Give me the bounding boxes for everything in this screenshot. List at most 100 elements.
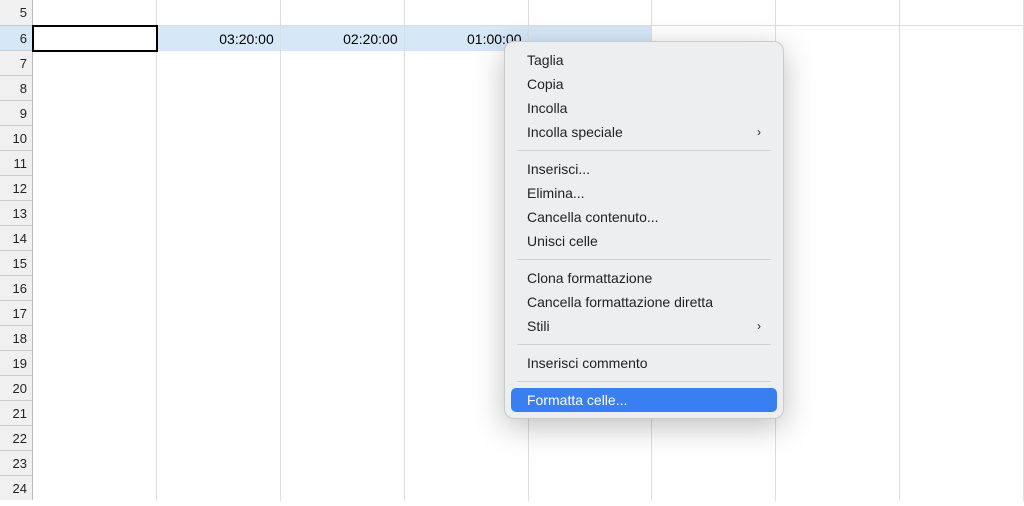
cell[interactable]	[157, 176, 281, 201]
cell[interactable]	[281, 326, 405, 351]
cell[interactable]	[652, 426, 776, 451]
cell[interactable]	[281, 426, 405, 451]
row-header[interactable]: 17	[0, 300, 33, 325]
cell[interactable]	[157, 376, 281, 401]
menu-item-delete[interactable]: Elimina...	[511, 181, 777, 205]
cell[interactable]	[900, 76, 1024, 101]
cell[interactable]	[776, 76, 900, 101]
menu-item-insert[interactable]: Inserisci...	[511, 157, 777, 181]
menu-item-insert-comment[interactable]: Inserisci commento	[511, 351, 777, 375]
cell[interactable]	[529, 426, 653, 451]
cell[interactable]	[776, 426, 900, 451]
menu-item-paste-special[interactable]: Incolla speciale ›	[511, 120, 777, 144]
cell[interactable]	[157, 326, 281, 351]
cell[interactable]	[157, 201, 281, 226]
cell[interactable]	[776, 176, 900, 201]
menu-item-format-cells[interactable]: Formatta celle...	[511, 388, 777, 412]
cell[interactable]	[776, 451, 900, 476]
cell[interactable]	[281, 351, 405, 376]
cell[interactable]: 03:20:00	[157, 26, 281, 51]
cell[interactable]	[281, 301, 405, 326]
row-header[interactable]: 20	[0, 375, 33, 400]
cell[interactable]	[405, 0, 529, 25]
cell[interactable]	[281, 476, 405, 501]
cell[interactable]	[529, 476, 653, 501]
cell[interactable]	[157, 301, 281, 326]
menu-item-cut[interactable]: Taglia	[511, 48, 777, 72]
cell[interactable]	[281, 151, 405, 176]
cell[interactable]	[900, 251, 1024, 276]
row-header[interactable]: 19	[0, 350, 33, 375]
row-header[interactable]: 9	[0, 100, 33, 125]
menu-item-clone-format[interactable]: Clona formattazione	[511, 266, 777, 290]
row-header[interactable]: 13	[0, 200, 33, 225]
row-header[interactable]: 16	[0, 275, 33, 300]
cell[interactable]	[33, 326, 157, 351]
cell[interactable]: 02:20:00	[281, 26, 405, 51]
menu-item-clear-content[interactable]: Cancella contenuto...	[511, 205, 777, 229]
cell[interactable]	[900, 51, 1024, 76]
row-header[interactable]: 10	[0, 125, 33, 150]
cell[interactable]	[281, 101, 405, 126]
cell[interactable]	[776, 226, 900, 251]
cell[interactable]	[281, 451, 405, 476]
cell[interactable]	[776, 301, 900, 326]
cell[interactable]	[157, 401, 281, 426]
cell[interactable]	[157, 476, 281, 501]
cell[interactable]	[281, 176, 405, 201]
cell[interactable]	[33, 426, 157, 451]
cell[interactable]	[157, 226, 281, 251]
cell[interactable]	[900, 151, 1024, 176]
cell[interactable]	[33, 251, 157, 276]
row-header[interactable]: 22	[0, 425, 33, 450]
cell[interactable]	[33, 151, 157, 176]
cell[interactable]	[33, 401, 157, 426]
cell[interactable]	[33, 376, 157, 401]
row-header[interactable]: 6	[0, 25, 33, 50]
cell[interactable]	[900, 101, 1024, 126]
cell[interactable]	[900, 226, 1024, 251]
cell[interactable]	[33, 201, 157, 226]
cell[interactable]	[652, 0, 776, 25]
cell[interactable]	[33, 51, 157, 76]
cell[interactable]	[776, 126, 900, 151]
cell[interactable]	[33, 76, 157, 101]
cell[interactable]	[776, 51, 900, 76]
cell[interactable]	[776, 401, 900, 426]
cell[interactable]	[281, 226, 405, 251]
cell[interactable]	[157, 426, 281, 451]
cell[interactable]	[900, 176, 1024, 201]
cell[interactable]	[776, 376, 900, 401]
row-header[interactable]: 24	[0, 475, 33, 500]
cell[interactable]	[900, 301, 1024, 326]
cell[interactable]	[900, 126, 1024, 151]
row-header[interactable]: 21	[0, 400, 33, 425]
menu-item-styles[interactable]: Stili ›	[511, 314, 777, 338]
cell[interactable]	[776, 276, 900, 301]
row-header[interactable]: 5	[0, 0, 33, 25]
cell[interactable]	[900, 26, 1024, 51]
cell[interactable]	[33, 276, 157, 301]
row-header[interactable]: 11	[0, 150, 33, 175]
cell[interactable]	[281, 76, 405, 101]
cell[interactable]	[900, 201, 1024, 226]
cell[interactable]	[405, 426, 529, 451]
row-header[interactable]: 12	[0, 175, 33, 200]
active-cell[interactable]	[33, 26, 157, 51]
row-header[interactable]: 23	[0, 450, 33, 475]
cell[interactable]	[157, 51, 281, 76]
cell[interactable]	[776, 101, 900, 126]
cell[interactable]	[281, 0, 405, 25]
menu-item-copy[interactable]: Copia	[511, 72, 777, 96]
cell[interactable]	[281, 401, 405, 426]
row-header[interactable]: 15	[0, 250, 33, 275]
cell[interactable]	[281, 126, 405, 151]
row-header[interactable]: 14	[0, 225, 33, 250]
cell[interactable]	[157, 251, 281, 276]
cell[interactable]	[900, 0, 1024, 25]
cell[interactable]	[157, 0, 281, 25]
cell[interactable]	[900, 276, 1024, 301]
cell[interactable]	[33, 0, 157, 25]
cell[interactable]	[652, 476, 776, 501]
cell[interactable]	[776, 201, 900, 226]
